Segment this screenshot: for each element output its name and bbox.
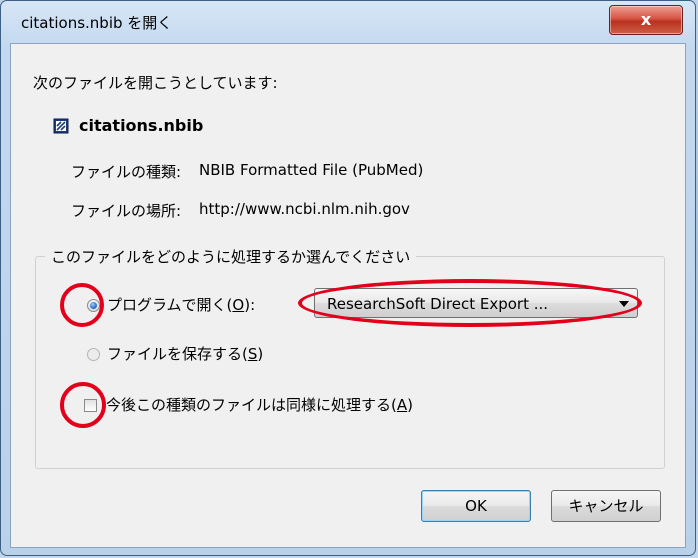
open-with-label[interactable]: プログラムで開く(O): <box>107 294 255 315</box>
window-title: citations.nbib を開く <box>21 14 173 32</box>
ok-button[interactable]: OK <box>421 490 531 522</box>
groupbox-title: このファイルをどのように処理するか選んでください <box>45 246 417 267</box>
file-location-value: http://www.ncbi.nlm.nih.gov <box>199 200 410 218</box>
remember-label[interactable]: 今後この種類のファイルは同様に処理する(A) <box>106 394 413 415</box>
file-type-label: ファイルの種類: <box>71 163 182 181</box>
close-button[interactable]: x <box>609 5 683 35</box>
annotation-circle-select <box>298 279 642 327</box>
file-type-value: NBIB Formatted File (PubMed) <box>199 161 424 179</box>
save-file-radio[interactable] <box>87 348 100 361</box>
open-file-dialog: citations.nbib を開く x 次のファイルを開こうとしています: c… <box>0 0 696 556</box>
prompt-text: 次のファイルを開こうとしています: <box>33 74 278 92</box>
annotation-circle-radio <box>60 283 104 327</box>
save-file-label[interactable]: ファイルを保存する(S) <box>107 343 263 364</box>
file-location-label: ファイルの場所: <box>71 202 182 220</box>
close-icon: x <box>640 10 652 29</box>
file-name: citations.nbib <box>79 116 204 135</box>
title-bar[interactable]: citations.nbib を開く x <box>1 1 695 43</box>
cancel-button[interactable]: キャンセル <box>551 490 661 522</box>
annotation-circle-checkbox <box>60 382 106 428</box>
nbib-file-icon <box>53 118 69 134</box>
